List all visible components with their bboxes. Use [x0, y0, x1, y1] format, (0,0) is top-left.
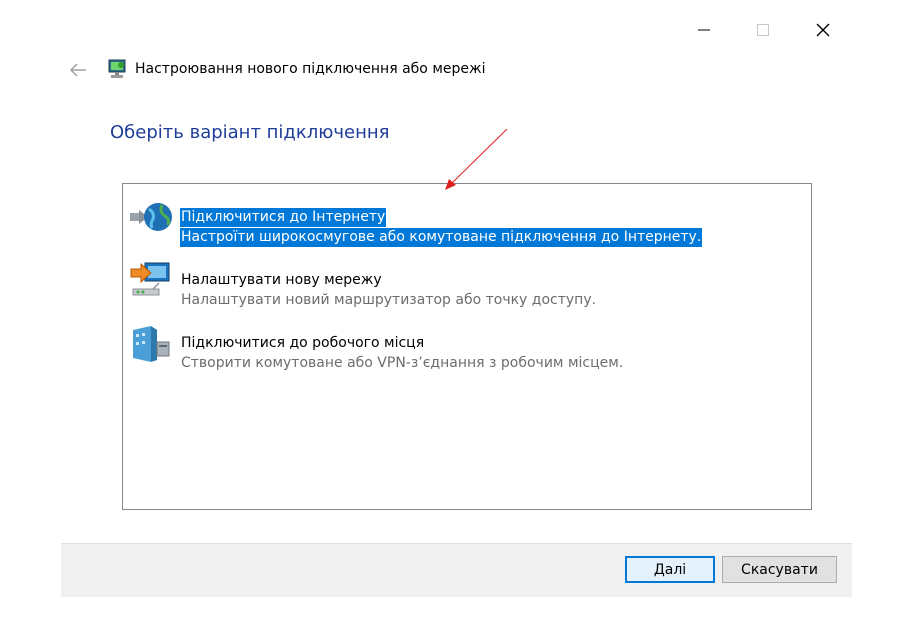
maximize-icon [757, 24, 769, 36]
network-setup-icon [108, 59, 126, 78]
close-icon [816, 23, 830, 37]
next-button[interactable]: Далі [625, 556, 715, 583]
workplace-icon [133, 326, 170, 362]
new-network-icon [130, 262, 170, 296]
option-title: Налаштувати нову мережу [181, 272, 382, 288]
cancel-button[interactable]: Скасувати [722, 556, 837, 583]
back-button[interactable] [66, 58, 90, 82]
window-title: Настроювання нового підключення або мере… [135, 61, 486, 77]
option-new-network[interactable]: Налаштувати нову мережу Налаштувати нови… [127, 257, 727, 308]
option-title: Підключитися до Інтернету [180, 208, 387, 227]
option-description: Настроїти широкосмугове або комутоване п… [180, 228, 703, 247]
option-title: Підключитися до робочого місця [181, 335, 425, 351]
option-connect-internet[interactable]: Підключитися до Інтернету Настроїти широ… [127, 194, 727, 247]
option-workplace[interactable]: Підключитися до робочого місця Створити … [127, 320, 727, 371]
minimize-button[interactable] [681, 14, 727, 46]
close-button[interactable] [800, 14, 846, 46]
page-heading: Оберіть варіант підключення [110, 122, 390, 143]
back-arrow-icon [69, 63, 86, 77]
dialog-footer: Далі Скасувати [61, 543, 852, 597]
connection-options-list: Підключитися до Інтернету Настроїти широ… [122, 183, 812, 510]
minimize-icon [698, 29, 710, 31]
option-description: Налаштувати новий маршрутизатор або точк… [181, 292, 597, 308]
globe-connect-icon [130, 203, 172, 231]
maximize-button[interactable] [740, 14, 786, 46]
option-description: Створити комутоване або VPN-з’єднання з … [181, 355, 624, 371]
